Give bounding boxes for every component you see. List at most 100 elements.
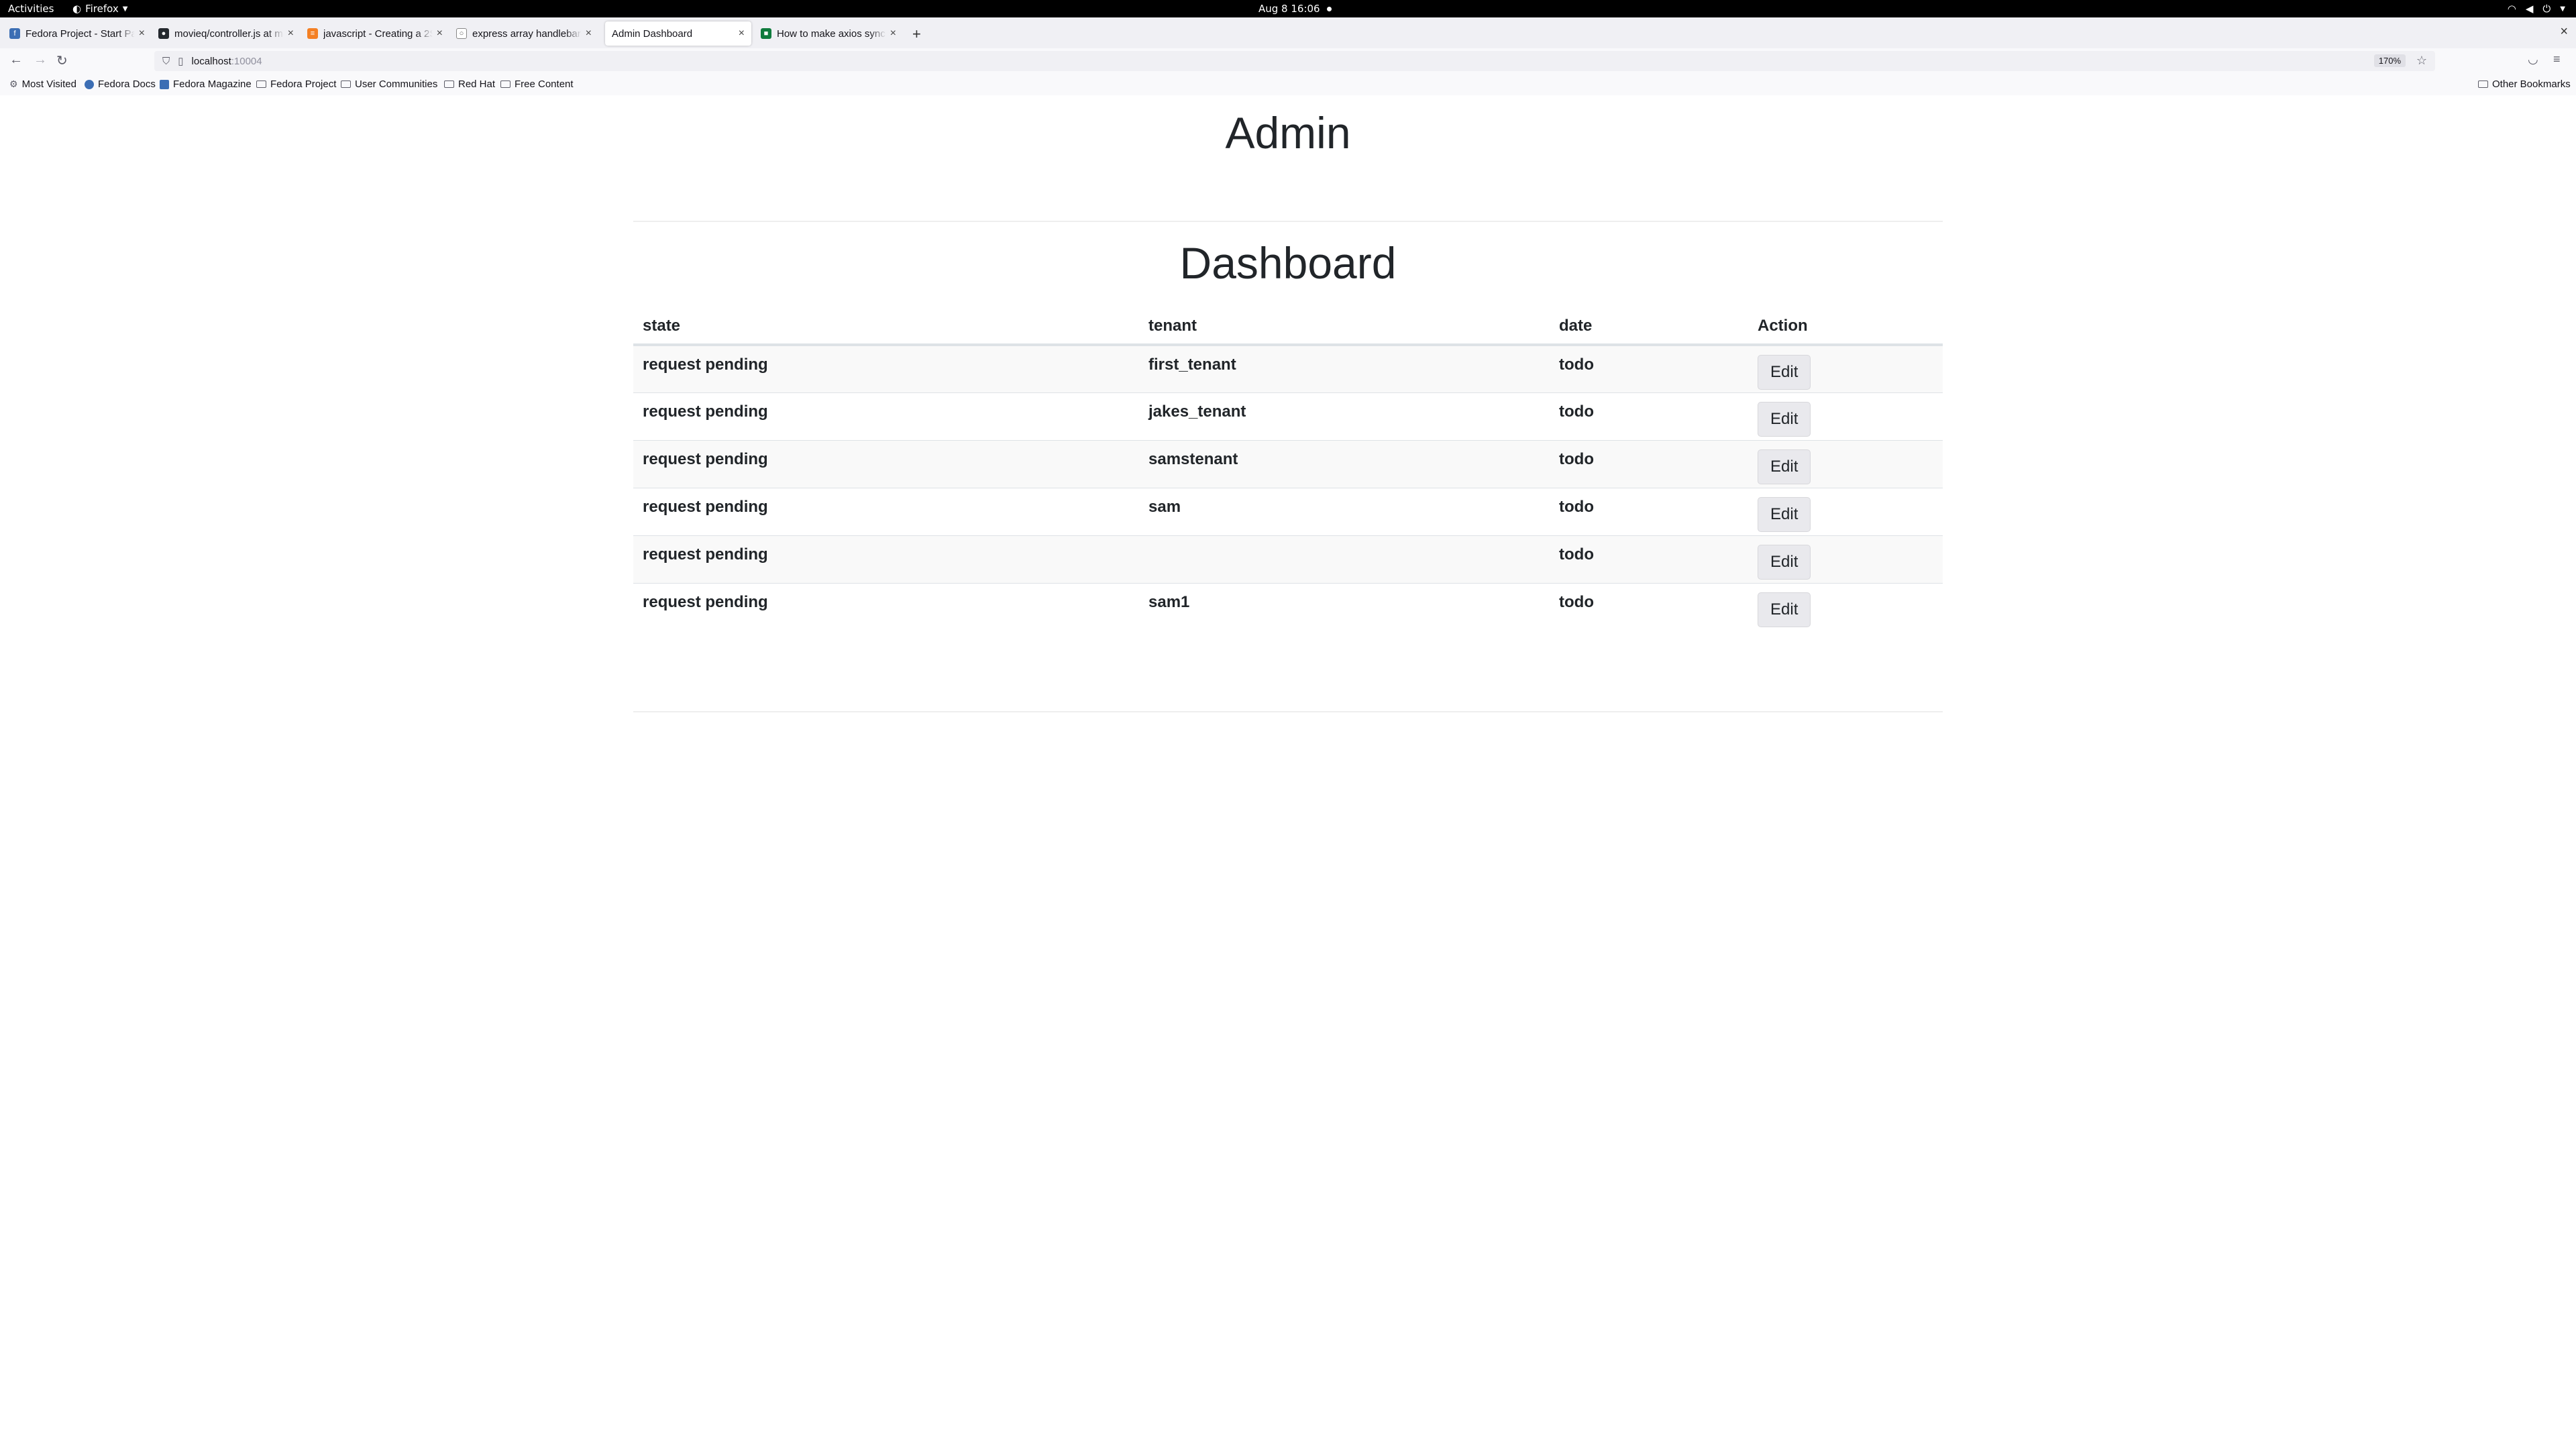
url-text[interactable]: localhost:10004 [192, 56, 262, 67]
folder-icon [256, 80, 266, 88]
bookmark-red-hat[interactable]: Red Hat [444, 78, 495, 90]
cell-action: Edit [1748, 439, 1943, 488]
column-header-tenant: tenant [1139, 309, 1550, 346]
clock-text: Aug 8 16:06 [1258, 3, 1320, 15]
bookmark-free-content[interactable]: Free Content [500, 78, 574, 90]
bookmark-label: Fedora Docs [98, 78, 156, 90]
new-tab-button[interactable]: + [912, 25, 921, 43]
magazine-icon [160, 79, 169, 89]
tab-title: express array handlebars [472, 28, 582, 40]
forward-button[interactable]: → [34, 52, 47, 68]
bookmark-user-communities[interactable]: User Communities [341, 78, 437, 90]
table-row: request pending first_tenant todo Edit [633, 344, 1943, 392]
edit-button[interactable]: Edit [1758, 355, 1811, 390]
close-icon[interactable]: × [890, 28, 896, 40]
reload-button[interactable]: ↻ [56, 52, 68, 69]
page-info-icon[interactable]: ▯ [178, 55, 183, 67]
other-bookmarks[interactable]: Other Bookmarks [2478, 78, 2571, 90]
column-header-date: date [1550, 309, 1748, 346]
bookmark-fedora-docs[interactable]: Fedora Docs [85, 78, 156, 90]
hamburger-menu-icon[interactable]: ≡ [2553, 52, 2561, 66]
cell-tenant: sam1 [1139, 582, 1550, 631]
stackoverflow-icon: ≡ [307, 28, 318, 39]
tab-title: Admin Dashboard [612, 28, 693, 40]
search-icon: ○ [456, 28, 467, 39]
table-row: request pending samstenant todo Edit [633, 439, 1943, 488]
cell-date: todo [1550, 487, 1748, 535]
shield-icon[interactable]: ⛉ [162, 56, 170, 67]
column-header-action: Action [1748, 309, 1943, 346]
bookmark-label: Most Visited [21, 78, 76, 90]
activities-button[interactable]: Activities [8, 3, 54, 15]
url-bar[interactable]: ⛉ ▯ localhost:10004 170% ☆ [154, 51, 2435, 71]
chevron-down-icon: ▼ [122, 5, 128, 13]
tab-title: Fedora Project - Start Page [25, 28, 135, 40]
close-icon[interactable]: × [739, 28, 745, 40]
close-icon[interactable]: × [586, 28, 592, 40]
table-row: request pending jakes_tenant todo Edit [633, 392, 1943, 440]
cell-action: Edit [1748, 487, 1943, 535]
cell-state: request pending [633, 487, 1139, 535]
cell-date: todo [1550, 535, 1748, 583]
edit-button[interactable]: Edit [1758, 592, 1811, 627]
pocket-icon[interactable]: ◡ [2528, 52, 2538, 66]
bookmark-fedora-project[interactable]: Fedora Project [256, 78, 336, 90]
cell-tenant: sam [1139, 487, 1550, 535]
bookmark-label: Red Hat [458, 78, 496, 90]
system-tray[interactable]: ◠ ◀ ⏻ ▼ [2508, 3, 2565, 15]
bookmark-fedora-magazine[interactable]: Fedora Magazine [160, 78, 252, 90]
window-close-button[interactable]: × [2560, 24, 2568, 40]
close-icon[interactable]: × [288, 28, 294, 40]
edit-button[interactable]: Edit [1758, 449, 1811, 484]
bookmark-label: Free Content [515, 78, 574, 90]
bookmarks-toolbar: ⚙ Most Visited Fedora Docs Fedora Magazi… [0, 74, 2576, 96]
url-port: :10004 [231, 55, 262, 67]
tab-title: movieq/controller.js at main [174, 28, 284, 40]
edit-button[interactable]: Edit [1758, 401, 1811, 437]
tab-admin-dashboard[interactable]: Admin Dashboard × [605, 21, 751, 46]
zoom-level-badge[interactable]: 170% [2373, 54, 2406, 67]
folder-icon [444, 80, 454, 88]
wifi-icon: ◠ [2507, 3, 2516, 15]
power-icon: ⏻ [2542, 3, 2551, 15]
close-icon[interactable]: × [139, 28, 145, 40]
folder-icon [341, 80, 351, 88]
cell-state: request pending [633, 392, 1139, 440]
table-row: request pending todo Edit [633, 535, 1943, 583]
cell-tenant: jakes_tenant [1139, 392, 1550, 440]
bookmark-most-visited[interactable]: ⚙ Most Visited [9, 78, 76, 90]
tab-search[interactable]: ○ express array handlebars × [449, 21, 598, 46]
cell-state: request pending [633, 439, 1139, 488]
page-icon: ■ [761, 28, 771, 39]
bookmark-star-icon[interactable]: ☆ [2416, 54, 2427, 68]
cell-tenant: first_tenant [1139, 344, 1550, 392]
volume-icon: ◀ [2525, 3, 2534, 15]
github-icon: ● [158, 28, 169, 39]
bookmark-label: Fedora Magazine [173, 78, 252, 90]
cell-date: todo [1550, 439, 1748, 488]
app-name: Firefox [85, 3, 119, 15]
divider [633, 711, 1943, 712]
cell-action: Edit [1748, 582, 1943, 631]
edit-button[interactable]: Edit [1758, 544, 1811, 580]
cell-action: Edit [1748, 344, 1943, 392]
tab-github-controller[interactable]: ● movieq/controller.js at main × [152, 21, 301, 46]
page-content: Admin Dashboard state tenant date Action… [0, 95, 2576, 1449]
dashboard-title: Dashboard [1179, 238, 1397, 288]
table-header-row: state tenant date Action [633, 309, 1943, 346]
cell-action: Edit [1748, 392, 1943, 440]
back-button[interactable]: ← [9, 52, 23, 68]
close-icon[interactable]: × [437, 28, 443, 40]
app-menu[interactable]: ◐ Firefox ▼ [72, 3, 127, 15]
tab-title: How to make axios synchronous [777, 28, 886, 40]
chevron-down-icon: ▼ [2560, 5, 2565, 13]
url-host: localhost [191, 55, 231, 67]
gear-icon: ⚙ [9, 78, 18, 89]
clock[interactable]: Aug 8 16:06 [1258, 3, 1332, 15]
tab-stackoverflow[interactable]: ≡ javascript - Creating a 2SC × [301, 21, 449, 46]
cell-state: request pending [633, 344, 1139, 392]
tab-axios[interactable]: ■ How to make axios synchronous × [754, 21, 903, 46]
edit-button[interactable]: Edit [1758, 496, 1811, 532]
tab-strip: f Fedora Project - Start Page × ● movieq… [0, 17, 2576, 49]
tab-fedora-start[interactable]: f Fedora Project - Start Page × [3, 21, 152, 46]
